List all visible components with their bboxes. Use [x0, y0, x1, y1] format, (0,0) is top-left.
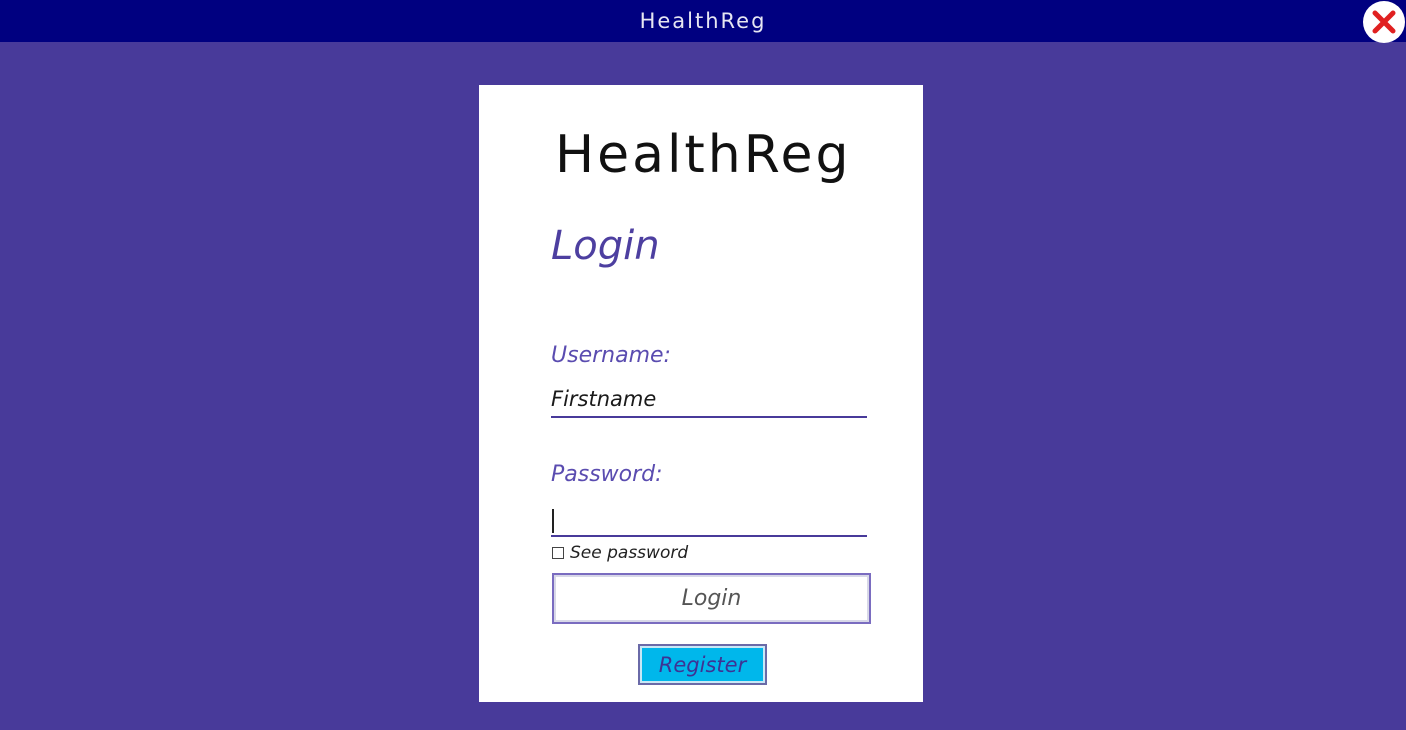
login-button[interactable]: Login	[552, 573, 871, 624]
username-label: Username:	[551, 343, 671, 368]
text-caret	[552, 509, 554, 533]
register-button[interactable]: Register	[638, 644, 767, 685]
username-input[interactable]	[551, 382, 867, 418]
see-password-toggle[interactable]: See password	[552, 543, 688, 563]
see-password-label: See password	[570, 543, 689, 563]
see-password-checkbox[interactable]	[552, 547, 564, 559]
window-title: HealthReg	[639, 9, 767, 33]
app-title: HealthReg	[555, 125, 852, 185]
close-button[interactable]	[1363, 1, 1405, 43]
close-x-icon	[1372, 10, 1396, 34]
login-heading: Login	[551, 223, 660, 269]
password-label: Password:	[551, 462, 663, 487]
password-input[interactable]	[551, 501, 867, 537]
login-card: HealthReg Login Username: Password: See …	[479, 85, 923, 702]
title-bar: HealthReg	[0, 0, 1406, 42]
